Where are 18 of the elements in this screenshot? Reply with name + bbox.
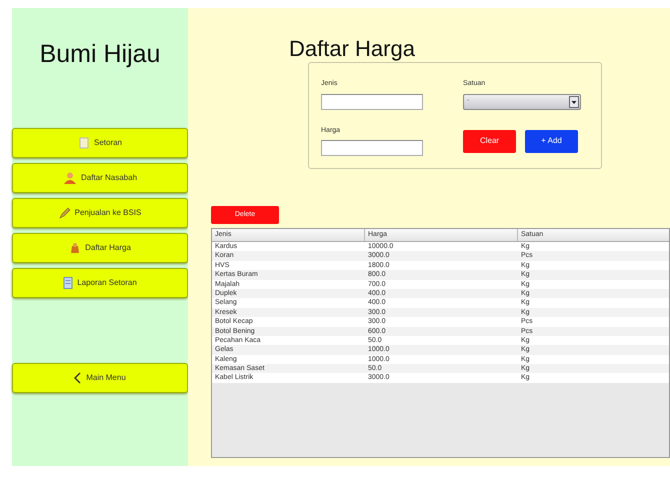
note-icon [78,136,90,148]
bag-icon [69,242,82,254]
page-title: Daftar Harga [289,36,416,62]
person-icon [62,172,77,184]
input-field[interactable] [321,140,423,156]
nav-button[interactable]: Laporan Setoran [12,268,188,298]
document-icon [63,276,74,288]
nav-button[interactable]: Penjualan ke BSIS [12,198,188,228]
nav-button[interactable]: Daftar Nasabah [12,162,188,192]
app-title: Bumi Hijau [38,39,162,70]
pencil-icon [58,206,71,218]
input-field[interactable] [321,94,423,110]
chevron-left-icon [74,372,82,384]
clear-button[interactable]: Clear [463,130,516,152]
add-button[interactable]: + Add [525,130,578,152]
nav-button[interactable]: Setoran [12,128,188,158]
nav-button[interactable]: Daftar Harga [12,232,188,262]
main-menu-button[interactable]: Main Menu [12,362,188,392]
